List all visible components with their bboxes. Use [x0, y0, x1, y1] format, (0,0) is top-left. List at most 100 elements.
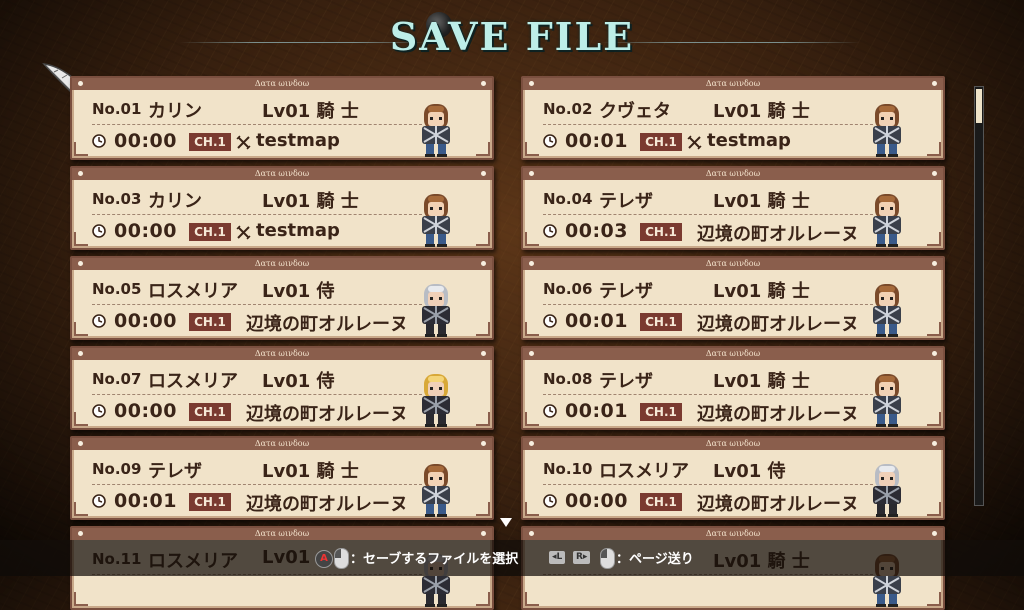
rivet-icon [529, 81, 534, 86]
rivet-icon [481, 81, 486, 86]
crossed-swords-icon [236, 135, 251, 150]
card-header-label: Δατα ωινδοω [705, 79, 761, 88]
play-time: 00:01 [114, 490, 177, 512]
location-name: testmap [256, 220, 340, 241]
card-header-label: Δατα ωινδοω [254, 349, 310, 358]
slot-number: No.05 [92, 280, 142, 298]
dotted-divider [543, 394, 873, 395]
character-name: テレザ [599, 371, 653, 392]
scrollbar-thumb[interactable] [976, 89, 982, 123]
character-name: ロスメリア [148, 281, 238, 302]
rivet-icon [78, 441, 83, 446]
slot-header-row: No.06 テレザ Lv01 騎 士 [543, 276, 873, 302]
save-slot-card[interactable]: Δατα ωινδοω No.08 テレザ Lv01 騎 士 00:01 CH.… [521, 346, 945, 430]
slot-header-row: No.10 ロスメリア Lv01 侍 [543, 456, 873, 482]
rivet-icon [78, 171, 83, 176]
dotted-divider [92, 394, 422, 395]
location-name: 辺境の町オルレーヌ [246, 404, 408, 425]
character-name: カリン [148, 191, 202, 212]
dotted-divider [92, 304, 422, 305]
corner-ornament-icon [525, 412, 539, 426]
rivet-icon [529, 171, 534, 176]
slot-number: No.02 [543, 100, 593, 118]
slot-header-row: No.04 テレザ Lv01 騎 士 [543, 186, 873, 212]
save-slot-card[interactable]: Δατα ωινδοω No.05 ロスメリア Lv01 侍 00:00 CH.… [70, 256, 494, 340]
dotted-divider [543, 124, 873, 125]
rivet-icon [932, 171, 937, 176]
slot-detail-row: 00:00 CH.1 辺境の町オルレーヌ [92, 310, 422, 335]
corner-ornament-icon [927, 142, 941, 156]
crossed-swords-icon [687, 135, 702, 150]
character-sprite-icon [422, 464, 450, 517]
clock-icon [92, 404, 106, 418]
character-level-class: Lv01 侍 [262, 371, 335, 392]
save-slot-card[interactable]: Δατα ωινδοω No.01 カリン Lv01 騎 士 00:00 CH.… [70, 76, 494, 160]
location-name: testmap [256, 130, 340, 151]
save-slot-card[interactable]: Δατα ωινδοω No.10 ロスメリア Lv01 侍 00:00 CH.… [521, 436, 945, 520]
character-name: テレザ [148, 461, 202, 482]
dotted-divider [543, 484, 873, 485]
corner-ornament-icon [74, 322, 88, 336]
card-header-label: Δατα ωινδοω [705, 529, 761, 538]
chapter-badge: CH.1 [189, 313, 231, 331]
play-time: 00:01 [565, 310, 628, 332]
slot-number: No.08 [543, 370, 593, 388]
slot-number: No.10 [543, 460, 593, 478]
clock-icon [92, 314, 106, 328]
corner-ornament-icon [476, 322, 490, 336]
character-level-class: Lv01 騎 士 [713, 191, 810, 212]
corner-ornament-icon [525, 142, 539, 156]
card-header-label: Δατα ωινδοω [705, 349, 761, 358]
corner-ornament-icon [476, 142, 490, 156]
slot-detail-row: 00:01 CH.1 辺境の町オルレーヌ [543, 400, 873, 425]
corner-ornament-icon [525, 232, 539, 246]
clock-icon [543, 314, 557, 328]
slot-detail-row: 00:01 CH.1 辺境の町オルレーヌ [92, 490, 422, 515]
save-slot-card[interactable]: Δατα ωινδοω No.09 テレザ Lv01 騎 士 00:01 CH.… [70, 436, 494, 520]
save-slot-card[interactable]: Δατα ωινδοω No.07 ロスメリア Lv01 侍 00:00 CH.… [70, 346, 494, 430]
corner-ornament-icon [927, 232, 941, 246]
card-header-label: Δατα ωινδοω [254, 259, 310, 268]
page-help-text: ：ページ送り [616, 552, 694, 567]
slot-number: No.03 [92, 190, 142, 208]
character-level-class: Lv01 騎 士 [713, 101, 810, 122]
character-sprite-icon [422, 104, 450, 157]
slot-header-row: No.05 ロスメリア Lv01 侍 [92, 276, 422, 302]
save-slot-card[interactable]: Δατα ωινδοω No.06 テレザ Lv01 騎 士 00:01 CH.… [521, 256, 945, 340]
corner-ornament-icon [74, 142, 88, 156]
card-header-label: Δατα ωινδοω [705, 439, 761, 448]
character-sprite-icon [422, 284, 450, 337]
corner-ornament-icon [927, 412, 941, 426]
slot-number: No.04 [543, 190, 593, 208]
r-button-icon: R▸ [573, 551, 591, 564]
save-slot-card[interactable]: Δατα ωινδοω No.02 クヴェタ Lv01 騎 士 00:01 CH… [521, 76, 945, 160]
play-time: 00:00 [114, 130, 177, 152]
slot-detail-row: 00:00 CH.1 testmap [92, 220, 422, 244]
a-button-icon: A [315, 550, 333, 568]
location-name: 辺境の町オルレーヌ [697, 404, 859, 425]
corner-ornament-icon [525, 502, 539, 516]
scroll-down-arrow-icon[interactable] [500, 518, 512, 527]
save-slot-card[interactable]: Δατα ωινδοω No.03 カリン Lv01 騎 士 00:00 CH.… [70, 166, 494, 250]
corner-ornament-icon [476, 412, 490, 426]
clock-icon [543, 404, 557, 418]
slot-detail-row: 00:03 CH.1 辺境の町オルレーヌ [543, 220, 873, 245]
clock-icon [92, 134, 106, 148]
scrollbar[interactable] [974, 86, 984, 506]
character-level-class: Lv01 騎 士 [713, 281, 810, 302]
character-level-class: Lv01 騎 士 [262, 461, 359, 482]
chapter-badge: CH.1 [640, 493, 682, 511]
save-slot-card[interactable]: Δατα ωινδοω No.04 テレザ Lv01 騎 士 00:03 CH.… [521, 166, 945, 250]
clock-icon [92, 224, 106, 238]
rivet-icon [481, 261, 486, 266]
chapter-badge: CH.1 [189, 493, 231, 511]
corner-ornament-icon [525, 322, 539, 336]
slot-header-row: No.03 カリン Lv01 騎 士 [92, 186, 422, 212]
slot-number: No.01 [92, 100, 142, 118]
location-name: 辺境の町オルレーヌ [697, 494, 859, 515]
card-header-label: Δατα ωινδοω [705, 259, 761, 268]
card-header-label: Δατα ωινδοω [254, 529, 310, 538]
slot-header-row: No.09 テレザ Lv01 騎 士 [92, 456, 422, 482]
play-time: 00:00 [114, 310, 177, 332]
rivet-icon [932, 261, 937, 266]
